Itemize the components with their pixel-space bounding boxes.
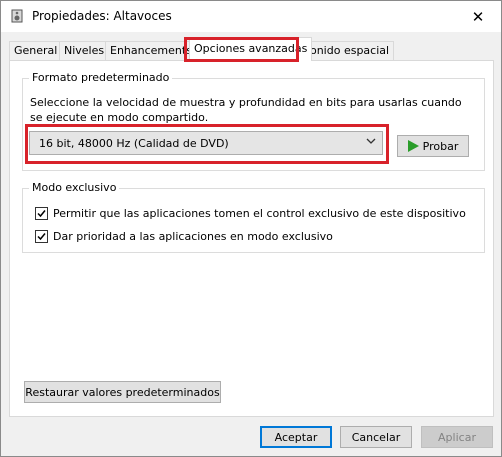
cancel-button[interactable]: Cancelar [340,426,412,448]
dialog-window: Propiedades: Altavoces ✕ General Niveles… [0,0,502,457]
tab-niveles[interactable]: Niveles [59,41,110,61]
apply-button: Aplicar [421,426,493,448]
exclusive-priority-checkbox[interactable] [35,230,48,243]
default-format-description: Seleccione la velocidad de muestra y pro… [30,96,462,124]
dropdown-highlight-box [25,124,389,164]
accept-button[interactable]: Aceptar [260,426,332,448]
close-button[interactable]: ✕ [455,1,501,32]
exclusive-priority-option[interactable]: Dar prioridad a las aplicaciones en modo… [35,230,333,243]
tab-highlight-box [184,37,299,62]
exclusive-control-checkbox[interactable] [35,207,48,220]
test-button-label: Probar [422,139,459,153]
window-title: Propiedades: Altavoces [32,9,172,23]
exclusive-control-option[interactable]: Permitir que las aplicaciones tomen el c… [35,207,466,220]
default-format-legend: Formato predeterminado [29,71,173,84]
test-button[interactable]: Probar [397,135,469,157]
tab-sonido-espacial[interactable]: Sonido espacial [298,41,395,61]
exclusive-priority-label: Dar prioridad a las aplicaciones en modo… [53,230,333,243]
play-icon [407,140,419,152]
exclusive-mode-legend: Modo exclusivo [29,181,120,194]
exclusive-mode-group: Modo exclusivo [22,181,485,253]
restore-defaults-button[interactable]: Restaurar valores predeterminados [24,381,221,403]
speaker-icon [9,8,25,24]
title-bar[interactable]: Propiedades: Altavoces ✕ [1,1,501,32]
checkmark-icon [37,233,46,241]
tab-general[interactable]: General [9,41,63,61]
checkmark-icon [37,210,46,218]
exclusive-control-label: Permitir que las aplicaciones tomen el c… [53,207,466,220]
